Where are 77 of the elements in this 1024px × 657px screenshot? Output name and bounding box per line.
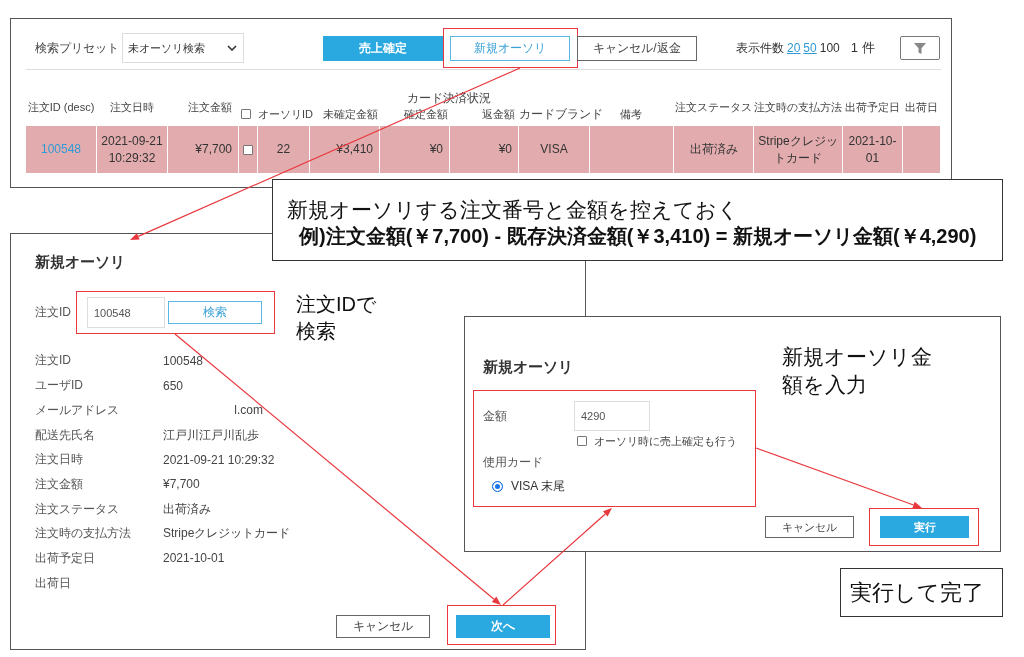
field-value: 出荷済み (163, 500, 211, 518)
column-header: 注文ステータス (674, 100, 752, 114)
column-header: 備考 (620, 107, 642, 121)
field-label: 注文ステータス (35, 500, 120, 518)
checkbox-label: オーソリ時に売上確定も行う (594, 433, 737, 449)
dialog-button[interactable]: 実行 (880, 516, 969, 538)
table-cell: Stripeクレジットカード (753, 126, 842, 173)
field-value: 100548 (163, 353, 204, 368)
table-cell: 2021-09-21 10:29:32 (96, 126, 167, 173)
dialog-title: 新規オーソリ (483, 357, 573, 377)
table-cell: 出荷済み (673, 126, 753, 173)
field-value: ¥7,700 (163, 477, 200, 492)
field-value: 2021-09-21 10:29:32 (163, 452, 275, 467)
toolbar-button[interactable]: 新規オーソリ (450, 35, 570, 61)
amount-input[interactable]: 4290 (574, 401, 650, 431)
dialog-button[interactable]: キャンセル (336, 615, 430, 638)
preset-select[interactable]: 未オーソリ検索 (122, 33, 244, 63)
toolbar-button[interactable]: 売上確定 (323, 35, 443, 61)
column-header: 未確定金額 (323, 107, 378, 121)
dialog-title: 新規オーソリ (35, 252, 125, 272)
dialog-button[interactable]: 次へ (456, 615, 550, 638)
field-label: 使用カード (483, 455, 543, 469)
page-size-label: 表示件数 (736, 39, 784, 57)
preset-label: 検索プリセット (35, 39, 119, 57)
chevron-down-icon (227, 45, 237, 51)
field-value: l.com (234, 403, 263, 418)
note-heading: 新規オーソリする注文番号と金額を控えておく (287, 197, 739, 223)
page-size-option: 100 (819, 41, 840, 55)
field-label: 注文日時 (35, 451, 84, 469)
column-header: 注文日時 (109, 100, 154, 114)
table-cell: VISA (518, 126, 589, 173)
column-header: 出荷予定日 (844, 100, 900, 114)
column-header: 注文金額 (188, 100, 232, 114)
column-header: カードブランド (519, 107, 603, 121)
field-value: 650 (163, 378, 184, 393)
note-example: 例)注文金額(￥7,700) - 既存決済金額(￥3,410) = 新規オーソリ金額(￥4,290) (299, 224, 977, 248)
table-cell: 2021-10-01 (842, 126, 902, 173)
table-cell: ¥7,700 (167, 126, 238, 173)
field-label: メールアドレス (35, 401, 120, 419)
done-text: 実行して完了 (850, 578, 984, 607)
column-header: オーソリID (258, 107, 313, 121)
table-cell: ¥0 (379, 126, 449, 173)
toolbar-button[interactable]: キャンセル/返金 (577, 35, 697, 61)
page-size-link[interactable]: 20 (787, 41, 801, 55)
field-label: 注文ID (35, 352, 72, 370)
filter-button[interactable] (900, 36, 940, 60)
field-label: 注文時の支払方法 (35, 525, 132, 543)
order-id-input[interactable]: 100548 (87, 297, 165, 328)
page-size-link[interactable]: 50 (803, 41, 817, 55)
field-value: 2021-10-01 (163, 551, 225, 566)
hint-text: 新規オーソリ金 額を入力 (782, 344, 932, 398)
search-button[interactable]: 検索 (168, 301, 262, 324)
column-header: 出荷日 (904, 100, 938, 114)
field-value: Stripeクレジットカード (163, 525, 291, 543)
column-header: 注文時の支払方法 (753, 100, 842, 114)
radio-button[interactable] (492, 480, 503, 492)
column-header: 注文ID (desc) (27, 100, 95, 114)
column-header: 返金額 (482, 107, 515, 121)
checkbox[interactable] (577, 436, 587, 446)
field-label: 配送先氏名 (35, 426, 96, 444)
result-count: 1 件 (850, 39, 875, 57)
field-label: ユーザID (35, 377, 84, 395)
radio-label: VISA 末尾 (511, 477, 566, 495)
field-value: 江戸川江戸川乱歩 (163, 426, 259, 444)
field-label: 金額 (483, 407, 508, 425)
field-label: 注文金額 (35, 475, 84, 493)
checkbox[interactable] (243, 144, 253, 155)
table-cell (902, 126, 940, 173)
table-cell: ¥3,410 (309, 126, 379, 173)
field-label: 注文ID (35, 304, 72, 321)
table-cell: 22 (257, 126, 309, 173)
table-cell: ¥0 (449, 126, 518, 173)
filter-icon (914, 42, 926, 54)
checkbox[interactable] (241, 109, 251, 119)
dialog-button[interactable]: キャンセル (765, 516, 854, 538)
hint-text: 注文IDで 検索 (296, 292, 376, 344)
field-label: 出荷予定日 (35, 549, 96, 567)
